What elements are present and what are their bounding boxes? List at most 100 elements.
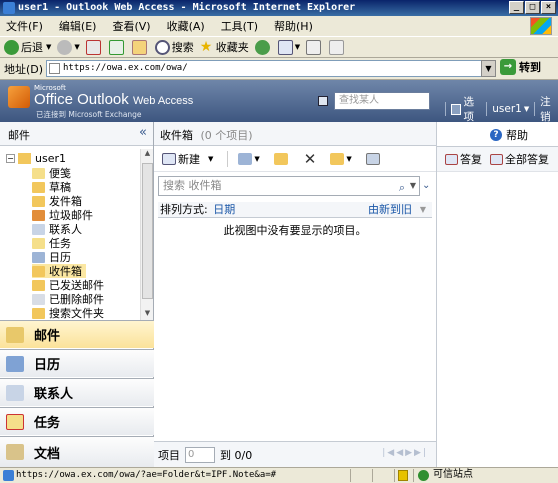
folder-contacts[interactable]: 联系人 [32,222,82,236]
nav-contacts[interactable]: 联系人 [0,378,154,406]
search-options-icon[interactable]: ▼ [410,177,416,195]
search-inbox-input[interactable]: 搜索 收件箱 ⌕ ▼ [158,176,420,196]
nav-documents[interactable]: 文档 [0,436,154,467]
folder-inbox[interactable]: 收件箱 [32,264,86,278]
edit-icon[interactable] [329,39,345,55]
sort-order-icon[interactable]: ▼ [420,202,426,218]
menu-bar: 文件(F) 编辑(E) 查看(V) 收藏(A) 工具(T) 帮助(H) [0,16,558,36]
menu-edit[interactable]: 编辑(E) [59,18,97,34]
sort-bar: 排列方式: 日期 由新到旧 ▼ [158,202,432,218]
zone-label: 可信站点 [433,469,473,480]
folder-search[interactable]: 搜索文件夹 [32,306,104,320]
junk-icon [32,209,45,221]
page-status-icon [3,470,14,481]
logout-link[interactable]: 注销 [540,94,558,124]
address-book-icon[interactable] [318,96,328,106]
folder-icon [32,279,45,291]
pager-arrows-icon[interactable]: |◀◀▶▶| [382,448,428,458]
collapse-icon[interactable]: « [139,125,147,140]
forward-button[interactable]: ▼ [57,39,80,55]
menu-view[interactable]: 查看(V) [112,18,150,34]
page-input[interactable]: 0 [185,446,215,463]
search-button[interactable]: 搜索 [154,39,194,55]
mailbox-root[interactable]: − user1 [6,152,66,165]
delete-button[interactable]: ✕ [304,150,317,168]
user-name[interactable]: user1 [492,103,522,115]
connected-label: 已连接到 Microsoft Exchange [36,110,142,119]
nav-mail[interactable]: 邮件 [0,320,154,348]
find-someone-input[interactable]: 查找某人 [334,92,430,110]
scroll-thumb[interactable] [142,163,153,299]
options-icon [450,103,461,115]
minimize-button[interactable]: _ [509,1,524,14]
check-messages-button[interactable]: ▼ [330,152,352,165]
inbox-icon [32,265,45,277]
media-icon[interactable] [254,39,270,55]
folder-drafts[interactable]: 草稿 [32,180,71,194]
user-dropdown-icon[interactable]: ▼ [524,105,529,113]
maximize-button[interactable]: □ [525,1,540,14]
folder-deleted[interactable]: 已删除邮件 [32,292,104,306]
empty-folder-button[interactable] [365,152,382,165]
nav-calendar[interactable]: 日历 [0,349,154,377]
search-icon[interactable]: ⌕ [399,179,405,197]
folder-tasks[interactable]: 任务 [32,236,71,250]
folder-notes[interactable]: 便笺 [32,166,71,180]
navigation-pane: 邮件 « − user1 便笺 草稿 发件箱 垃圾邮件 联系人 任务 日历 收件… [0,122,154,467]
sort-order-link[interactable]: 由新到旧 [368,202,412,218]
empty-folder-icon [365,152,380,165]
reading-toolbar: 答复 全部答复 [437,146,558,172]
new-button[interactable]: 新建 ▼ [162,151,213,167]
collapse-toggle-icon[interactable]: − [6,154,15,163]
move-button[interactable] [273,152,290,165]
nav-tasks[interactable]: 任务 [0,407,154,435]
sort-field-dropdown[interactable]: 日期 [213,203,235,216]
address-url: https://owa.ex.com/owa/ [63,63,188,73]
window-title: user1 - Outlook Web Access - Microsoft I… [18,2,356,13]
calendar-icon [32,251,45,263]
home-icon[interactable] [131,39,147,55]
reply-all-label: 全部答复 [505,153,549,166]
reading-pane-button[interactable]: ▼ [238,152,260,165]
menu-help[interactable]: 帮助(H) [274,18,313,34]
contacts-icon [6,384,24,401]
search-folder-icon [32,307,45,319]
mail-icon[interactable] [277,39,293,55]
nav-label: 文档 [34,446,61,462]
menu-favorites[interactable]: 收藏(A) [167,18,205,34]
folder-junk[interactable]: 垃圾邮件 [32,208,93,222]
folder-calendar[interactable]: 日历 [32,250,71,264]
ie-icon [3,2,15,14]
mail-icon [6,326,24,343]
page-icon [49,63,60,74]
print-icon[interactable] [306,39,322,55]
close-button[interactable]: × [541,1,556,14]
trusted-zone-icon [418,469,429,481]
favorites-button[interactable]: ★ 收藏夹 [200,39,249,55]
back-button[interactable]: 后退 ▼ [4,39,51,55]
refresh-icon[interactable] [108,39,124,55]
folder-icon [32,195,45,207]
folder-outbox[interactable]: 发件箱 [32,194,82,208]
expand-search-icon[interactable]: ⌄ [422,180,430,191]
help-link[interactable]: ? 帮助 [490,127,528,143]
stop-icon[interactable] [85,39,101,55]
folder-scrollbar[interactable]: ▲ ▼ [140,149,153,321]
reply-button[interactable]: 答复 [445,151,482,167]
options-link[interactable]: 选项 [464,94,482,124]
folder-title: 收件箱 [160,129,193,142]
address-dropdown-icon[interactable]: ▼ [481,60,496,77]
back-arrow-icon [4,39,19,55]
move-to-folder-icon [273,152,288,165]
address-input[interactable]: https://owa.ex.com/owa/ [46,60,496,77]
go-button[interactable]: → 转到 [500,59,541,75]
scroll-up-icon[interactable]: ▲ [142,149,153,161]
folder-sent[interactable]: 已发送邮件 [32,278,104,292]
menu-tools[interactable]: 工具(T) [221,18,258,34]
reply-all-button[interactable]: 全部答复 [490,151,549,167]
item-count: (0 个项目) [200,129,253,142]
tasks-icon [6,413,24,430]
documents-icon [6,444,24,460]
list-toolbar: 新建 ▼ ▼ ✕ ▼ [154,146,436,172]
menu-file[interactable]: 文件(F) [6,18,43,34]
